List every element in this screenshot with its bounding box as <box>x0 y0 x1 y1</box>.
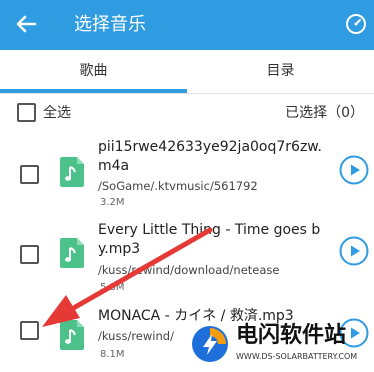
annotation-arrow <box>42 227 213 327</box>
watermark-url: WWW.DS-SOLARBATTERY.COM <box>236 352 358 361</box>
watermark-logo <box>192 326 228 362</box>
watermark: 电闪软件站 WWW.DS-SOLARBATTERY.COM <box>186 318 374 372</box>
watermark-title: 电闪软件站 <box>236 323 347 348</box>
